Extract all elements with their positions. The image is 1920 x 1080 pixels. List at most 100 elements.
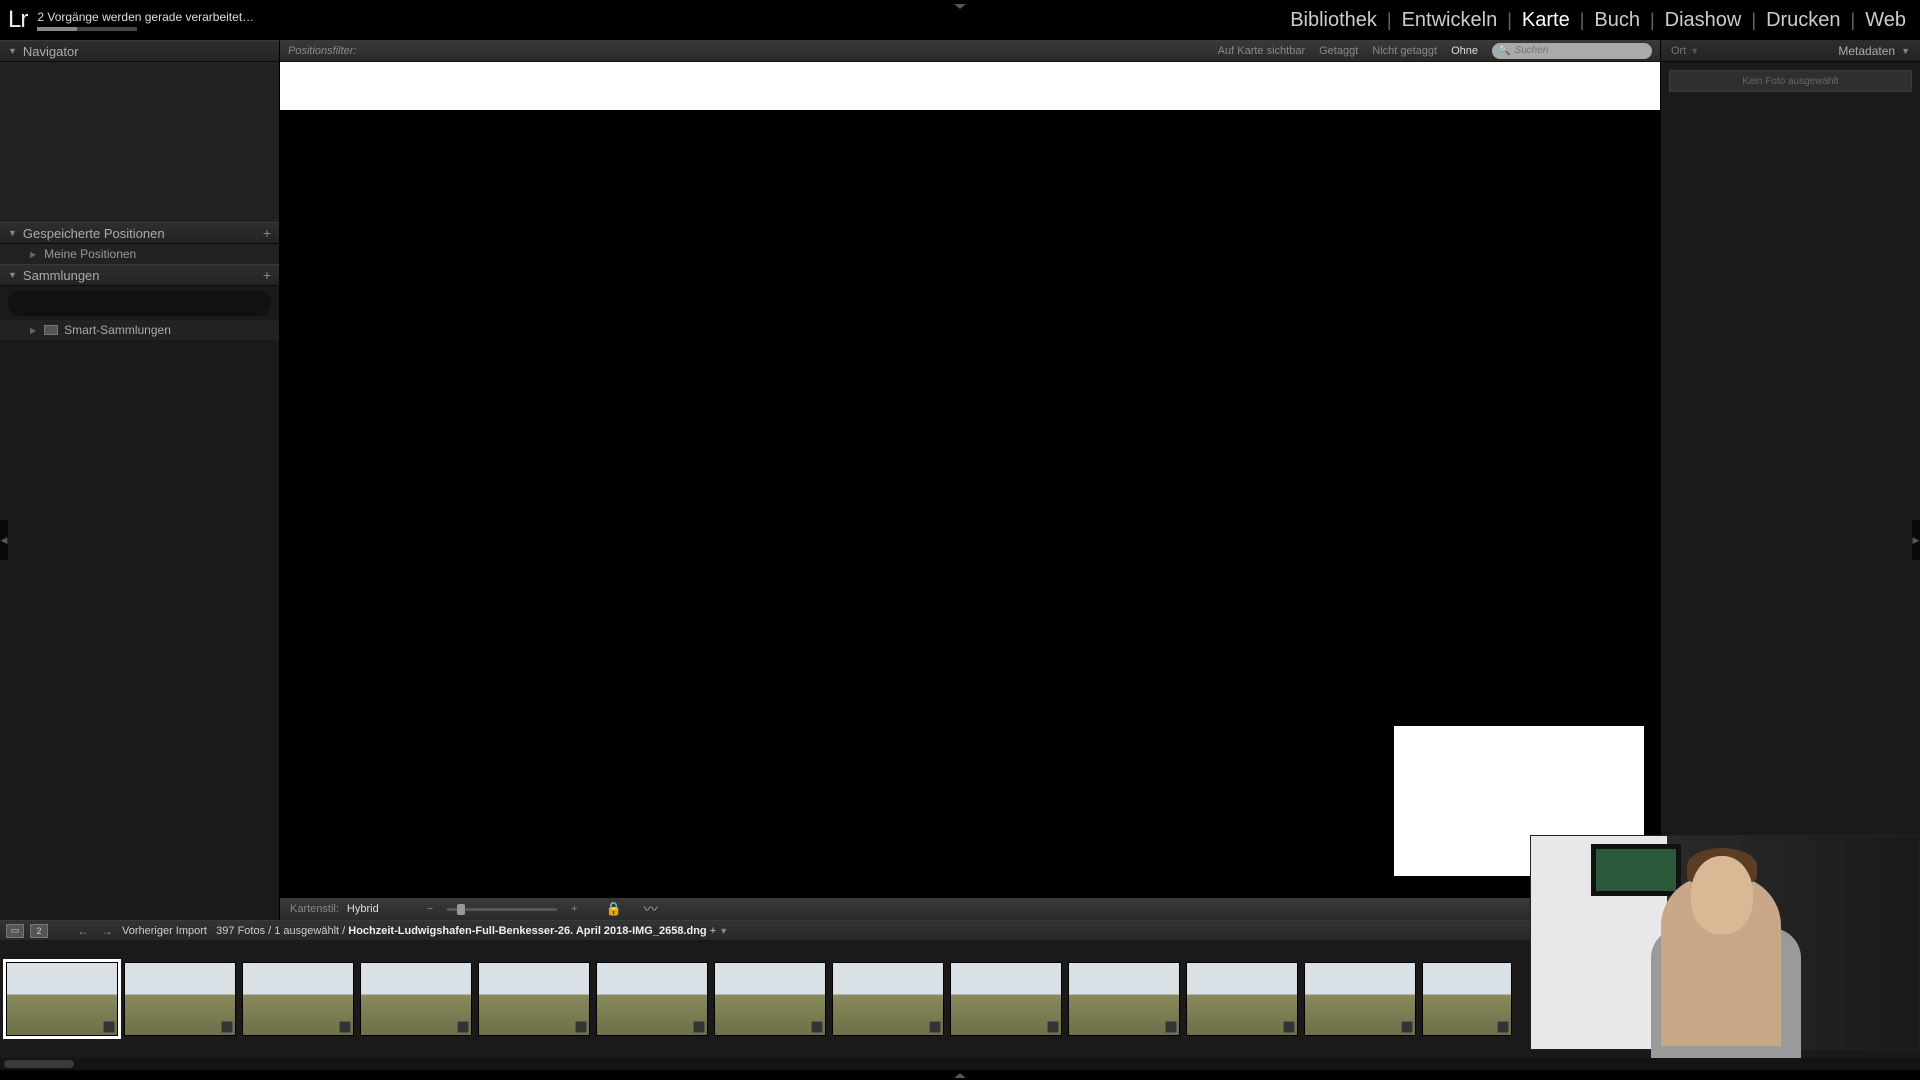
thumb-badge-icon	[103, 1021, 115, 1033]
processing-text: 2 Vorgänge werden gerade verarbeitet…	[37, 10, 254, 24]
plus-icon[interactable]: +	[263, 267, 271, 283]
module-bibliothek[interactable]: Bibliothek	[1286, 9, 1381, 32]
navigator-label: Navigator	[23, 44, 79, 59]
module-picker: Bibliothek|Entwickeln|Karte|Buch|Diashow…	[1286, 0, 1910, 40]
thumb-badge-icon	[457, 1021, 469, 1033]
left-panel: ▼ Navigator ▼ Gespeicherte Positionen + …	[0, 40, 280, 920]
center-area: Positionsfilter: Auf Karte sichtbar Geta…	[280, 40, 1660, 920]
source-path[interactable]: Vorheriger Import 397 Fotos / 1 ausgewäh…	[122, 925, 728, 937]
saved-location-item[interactable]: ▶ Meine Positionen	[0, 244, 279, 264]
filmstrip-thumb[interactable]	[950, 962, 1062, 1036]
collections-header[interactable]: ▼ Sammlungen +	[0, 264, 279, 286]
saved-location-label: Meine Positionen	[44, 247, 136, 261]
filmstrip-thumb[interactable]	[832, 962, 944, 1036]
thumb-badge-icon	[1165, 1021, 1177, 1033]
main-window-button[interactable]: ▭	[6, 924, 24, 938]
app-logo: Lr	[8, 6, 27, 34]
thumb-badge-icon	[1047, 1021, 1059, 1033]
filmstrip-thumb[interactable]	[1068, 962, 1180, 1036]
module-entwickeln[interactable]: Entwickeln	[1398, 9, 1502, 32]
module-web[interactable]: Web	[1861, 9, 1910, 32]
source-name: Vorheriger Import	[122, 925, 207, 937]
map-style-value[interactable]: Hybrid	[347, 903, 379, 915]
filter-options: Auf Karte sichtbar Getaggt Nicht getaggt…	[1218, 43, 1652, 59]
nav-forward-button[interactable]: →	[98, 924, 116, 938]
thumb-badge-icon	[1401, 1021, 1413, 1033]
map-search-input[interactable]	[1514, 45, 1646, 56]
right-panel-header: Ort ▼ Metadaten ▼	[1661, 40, 1920, 62]
map-search-box[interactable]: 🔍	[1492, 43, 1652, 59]
chevron-down-icon[interactable]: ▼	[719, 926, 728, 936]
thumb-badge-icon	[221, 1021, 233, 1033]
right-panel-collapse[interactable]: ▶	[1912, 520, 1920, 560]
chevron-down-icon: ▼	[8, 228, 17, 238]
processing-status[interactable]: 2 Vorgänge werden gerade verarbeitet…	[37, 10, 254, 31]
module-separator: |	[1644, 10, 1661, 31]
filter-label: Positionsfilter:	[288, 45, 356, 57]
filter-untagged[interactable]: Nicht getaggt	[1372, 45, 1437, 57]
grid-view-button[interactable]	[54, 930, 68, 931]
filmstrip-thumb[interactable]	[1304, 962, 1416, 1036]
smart-collections-item[interactable]: ▶ Smart-Sammlungen	[0, 320, 279, 340]
webcam-overlay	[1530, 835, 1920, 1050]
saved-locations-header[interactable]: ▼ Gespeicherte Positionen +	[0, 222, 279, 244]
thumb-badge-icon	[1497, 1021, 1509, 1033]
module-diashow[interactable]: Diashow	[1661, 9, 1746, 32]
smart-collections-label: Smart-Sammlungen	[64, 323, 171, 337]
zoom-out-button[interactable]: −	[427, 903, 433, 915]
chevron-down-icon[interactable]: ▼	[1901, 46, 1910, 56]
thumb-badge-icon	[811, 1021, 823, 1033]
filmstrip-thumb[interactable]	[360, 962, 472, 1036]
collections-filter-input[interactable]	[8, 290, 271, 316]
zoom-slider[interactable]	[447, 908, 557, 911]
modified-indicator: +	[710, 925, 716, 937]
filmstrip-thumb[interactable]	[1186, 962, 1298, 1036]
filmstrip-thumb[interactable]	[714, 962, 826, 1036]
chevron-down-icon: ▼	[8, 270, 17, 280]
progress-bar	[37, 27, 137, 31]
metadata-label[interactable]: Metadaten	[1838, 44, 1895, 58]
top-panel-grip[interactable]	[950, 4, 970, 10]
zoom-in-button[interactable]: +	[571, 903, 577, 915]
module-karte[interactable]: Karte	[1518, 9, 1574, 32]
chevron-right-icon: ▶	[30, 326, 36, 335]
chevron-right-icon: ▶	[1913, 535, 1920, 546]
second-window-button[interactable]: 2	[30, 924, 48, 938]
selected-count: 1 ausgewählt	[274, 925, 339, 937]
module-buch[interactable]: Buch	[1590, 9, 1644, 32]
filmstrip-thumb[interactable]	[6, 962, 118, 1036]
module-separator: |	[1745, 10, 1762, 31]
filmstrip-thumb[interactable]	[124, 962, 236, 1036]
current-filename: Hochzeit-Ludwigshafen-Full-Benkesser-26.…	[348, 925, 706, 937]
filmstrip-scrollbar[interactable]	[0, 1058, 1920, 1070]
saved-locations-label: Gespeicherte Positionen	[23, 226, 165, 241]
ort-label: Ort	[1671, 45, 1686, 57]
chevron-down-icon[interactable]: ▼	[1690, 46, 1699, 56]
filmstrip-thumb[interactable]	[478, 962, 590, 1036]
filter-tagged[interactable]: Getaggt	[1319, 45, 1358, 57]
bottom-panel-grip[interactable]	[0, 1070, 1920, 1080]
plus-icon[interactable]: +	[263, 225, 271, 241]
filmstrip-thumb[interactable]	[242, 962, 354, 1036]
filmstrip-thumb[interactable]	[1422, 962, 1512, 1036]
navigator-header[interactable]: ▼ Navigator	[0, 40, 279, 62]
source-count: 397 Fotos	[216, 925, 265, 937]
module-drucken[interactable]: Drucken	[1762, 9, 1844, 32]
module-separator: |	[1574, 10, 1591, 31]
left-panel-collapse[interactable]: ◀	[0, 520, 8, 560]
gps-tracklog-icon[interactable]: 〰	[644, 899, 658, 919]
lock-icon[interactable]: 🔒	[606, 901, 622, 917]
map-style-label: Kartenstil:	[290, 903, 339, 915]
thumb-badge-icon	[339, 1021, 351, 1033]
main-area: ▼ Navigator ▼ Gespeicherte Positionen + …	[0, 40, 1920, 920]
map-canvas[interactable]	[280, 110, 1660, 898]
location-filter-bar: Positionsfilter: Auf Karte sichtbar Geta…	[280, 40, 1660, 62]
nav-back-button[interactable]: ←	[74, 924, 92, 938]
smart-collection-icon	[44, 325, 58, 335]
filter-none[interactable]: Ohne	[1451, 45, 1478, 57]
right-panel: Ort ▼ Metadaten ▼ Kein Foto ausgewählt	[1660, 40, 1920, 920]
filmstrip-thumb[interactable]	[596, 962, 708, 1036]
search-icon: 🔍	[1498, 45, 1510, 56]
filter-visible-on-map[interactable]: Auf Karte sichtbar	[1218, 45, 1305, 57]
module-separator: |	[1501, 10, 1518, 31]
